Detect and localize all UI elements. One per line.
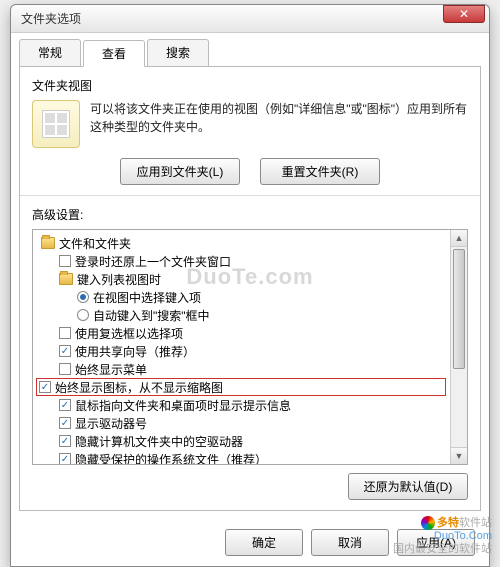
checkbox[interactable]: ✓ (39, 381, 51, 393)
apply-button[interactable]: 应用(A) (397, 529, 475, 556)
radio[interactable] (77, 309, 89, 321)
tree-group-typing: 键入列表视图时 (39, 270, 446, 288)
tree-item-always-icons[interactable]: ✓始终显示图标，从不显示缩略图 (36, 378, 446, 396)
checkbox[interactable]: ✓ (59, 435, 71, 447)
apply-to-folders-button[interactable]: 应用到文件夹(L) (120, 158, 240, 185)
close-button[interactable]: ✕ (443, 5, 485, 23)
tree-group-files-folders: 文件和文件夹 (39, 234, 446, 252)
folder-view-description: 可以将该文件夹正在使用的视图（例如"详细信息"或"图标"）应用到所有这种类型的文… (90, 100, 468, 136)
tree-item-show-drive-letters[interactable]: ✓显示驱动器号 (39, 414, 446, 432)
checkbox[interactable]: ✓ (59, 345, 71, 357)
tree-item-restore-windows[interactable]: 登录时还原上一个文件夹窗口 (39, 252, 446, 270)
tree-item-sharing-wizard[interactable]: ✓使用共享向导（推荐） (39, 342, 446, 360)
advanced-settings-label: 高级设置: (32, 206, 468, 223)
folder-view-label: 文件夹视图 (32, 77, 468, 94)
restore-defaults-button[interactable]: 还原为默认值(D) (348, 473, 468, 500)
checkbox[interactable] (59, 363, 71, 375)
checkbox[interactable] (59, 327, 71, 339)
tree-radio-type-to-search[interactable]: 自动键入到"搜索"框中 (39, 306, 446, 324)
dialog-buttons: 确定 取消 应用(A) (11, 519, 489, 566)
checkbox[interactable]: ✓ (59, 417, 71, 429)
checkbox[interactable] (59, 255, 71, 267)
tree-item-hide-empty-drives[interactable]: ✓隐藏计算机文件夹中的空驱动器 (39, 432, 446, 450)
folder-icon (59, 273, 73, 285)
tab-general[interactable]: 常规 (19, 39, 81, 66)
scrollbar[interactable]: ▲ ▼ (450, 230, 467, 464)
cancel-button[interactable]: 取消 (311, 529, 389, 556)
checkbox[interactable]: ✓ (59, 453, 71, 464)
checkbox[interactable]: ✓ (59, 399, 71, 411)
scroll-up-icon[interactable]: ▲ (451, 230, 467, 247)
tree-radio-select-in-view[interactable]: 在视图中选择键入项 (39, 288, 446, 306)
tab-view[interactable]: 查看 (83, 40, 145, 67)
scroll-thumb[interactable] (453, 249, 465, 369)
ok-button[interactable]: 确定 (225, 529, 303, 556)
window-title: 文件夹选项 (17, 10, 483, 27)
scroll-track[interactable] (451, 247, 467, 447)
close-icon: ✕ (459, 7, 469, 21)
reset-folders-button[interactable]: 重置文件夹(R) (260, 158, 380, 185)
scroll-down-icon[interactable]: ▼ (451, 447, 467, 464)
advanced-settings-tree: 文件和文件夹 登录时还原上一个文件夹窗口 键入列表视图时 在视图中选择键入项 自… (32, 229, 468, 465)
folder-view-icon (32, 100, 80, 148)
titlebar[interactable]: 文件夹选项 ✕ (11, 5, 489, 33)
tree-item-checkboxes[interactable]: 使用复选框以选择项 (39, 324, 446, 342)
radio[interactable] (77, 291, 89, 303)
tab-strip: 常规 查看 搜索 (11, 33, 489, 66)
tab-search[interactable]: 搜索 (147, 39, 209, 66)
folder-icon (41, 237, 55, 249)
tab-panel-view: 文件夹视图 可以将该文件夹正在使用的视图（例如"详细信息"或"图标"）应用到所有… (19, 66, 481, 511)
tree-item-always-menus[interactable]: 始终显示菜单 (39, 360, 446, 378)
tree-item-show-tooltips[interactable]: ✓鼠标指向文件夹和桌面项时显示提示信息 (39, 396, 446, 414)
divider (20, 195, 480, 196)
tree-item-hide-os-files[interactable]: ✓隐藏受保护的操作系统文件（推荐） (39, 450, 446, 464)
